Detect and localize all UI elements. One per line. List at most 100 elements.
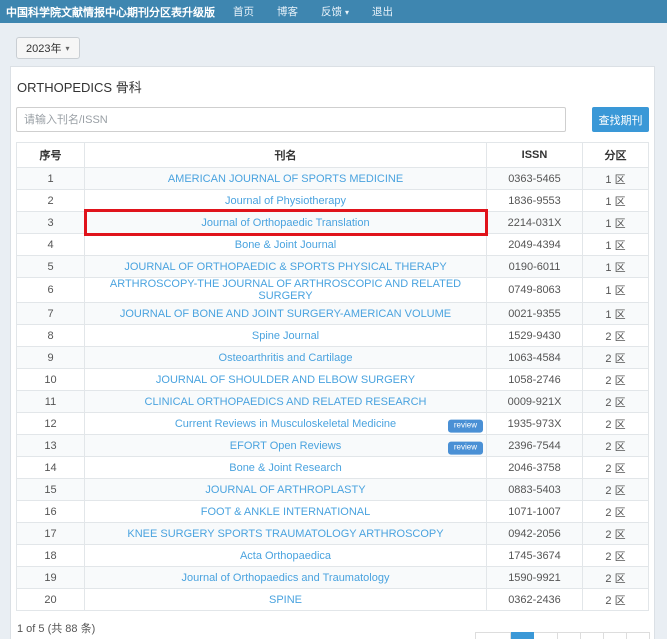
table-row: 7 JOURNAL OF BONE AND JOINT SURGERY-AMER… <box>17 303 649 325</box>
table-row: 18 Acta Orthopaedica 1745-3674 2 区 <box>17 545 649 567</box>
journal-name-link[interactable]: JOURNAL OF SHOULDER AND ELBOW SURGERY <box>156 374 415 386</box>
table-row: 17 KNEE SURGERY SPORTS TRAUMATOLOGY ARTH… <box>17 523 649 545</box>
page-button[interactable]: 1 <box>511 632 534 639</box>
nav-item-feedback[interactable]: 反馈▾ <box>321 4 349 19</box>
journal-name-link[interactable]: EFORT Open Reviews <box>230 440 341 452</box>
row-number-cell: 13 <box>17 435 85 457</box>
brand-title[interactable]: 中国科学院文献情报中心期刊分区表升级版 <box>6 4 215 20</box>
row-number-cell: 8 <box>17 325 85 347</box>
journal-name-link[interactable]: JOURNAL OF BONE AND JOINT SURGERY-AMERIC… <box>120 308 451 320</box>
zone-cell: 2 区 <box>583 567 649 589</box>
page-button[interactable]: « <box>475 632 511 639</box>
issn-cell: 1063-4584 <box>487 347 583 369</box>
row-number-cell: 15 <box>17 479 85 501</box>
journal-name-link[interactable]: Journal of Orthopaedic Translation <box>201 217 369 229</box>
journal-name-link[interactable]: Acta Orthopaedica <box>240 550 331 562</box>
zone-cell: 2 区 <box>583 413 649 435</box>
page-button[interactable]: 4 <box>581 632 604 639</box>
row-number-cell: 6 <box>17 278 85 303</box>
journal-name-link[interactable]: Current Reviews in Musculoskeletal Medic… <box>175 418 396 430</box>
journal-name-link[interactable]: FOOT & ANKLE INTERNATIONAL <box>201 506 371 518</box>
issn-cell: 1935-973X <box>487 413 583 435</box>
journal-name-link[interactable]: ARTHROSCOPY-THE JOURNAL OF ARTHROSCOPIC … <box>110 278 461 302</box>
issn-cell: 1058-2746 <box>487 369 583 391</box>
issn-cell: 1529-9430 <box>487 325 583 347</box>
table-row: 11 CLINICAL ORTHOPAEDICS AND RELATED RES… <box>17 391 649 413</box>
issn-cell: 1590-9921 <box>487 567 583 589</box>
journal-name-cell: AMERICAN JOURNAL OF SPORTS MEDICINE <box>85 168 487 190</box>
zone-cell: 2 区 <box>583 347 649 369</box>
issn-cell: 0362-2436 <box>487 589 583 611</box>
issn-cell: 2214-031X <box>487 212 583 234</box>
issn-cell: 1071-1007 <box>487 501 583 523</box>
issn-cell: 0363-5465 <box>487 168 583 190</box>
journal-name-link[interactable]: SPINE <box>269 594 302 606</box>
row-number-cell: 19 <box>17 567 85 589</box>
journal-name-cell: Current Reviews in Musculoskeletal Medic… <box>85 413 487 435</box>
journal-name-link[interactable]: JOURNAL OF ARTHROPLASTY <box>205 484 365 496</box>
journal-name-link[interactable]: AMERICAN JOURNAL OF SPORTS MEDICINE <box>168 173 403 185</box>
nav-item-label: 反馈 <box>321 6 342 18</box>
table-row: 4 Bone & Joint Journal 2049-4394 1 区 <box>17 234 649 256</box>
zone-cell: 2 区 <box>583 523 649 545</box>
table-row: 15 JOURNAL OF ARTHROPLASTY 0883-5403 2 区 <box>17 479 649 501</box>
zone-cell: 2 区 <box>583 589 649 611</box>
table-row: 13 EFORT Open Reviews review 2396-7544 2… <box>17 435 649 457</box>
row-number-cell: 7 <box>17 303 85 325</box>
journal-name-link[interactable]: Journal of Physiotherapy <box>225 195 346 207</box>
zone-cell: 2 区 <box>583 457 649 479</box>
row-number-cell: 12 <box>17 413 85 435</box>
zone-cell: 1 区 <box>583 278 649 303</box>
journal-name-cell: EFORT Open Reviews review <box>85 435 487 457</box>
table-row: 3 Journal of Orthopaedic Translation 221… <box>17 212 649 234</box>
issn-cell: 0749-8063 <box>487 278 583 303</box>
journal-name-link[interactable]: Bone & Joint Journal <box>235 239 337 251</box>
page-button[interactable]: 5 <box>604 632 627 639</box>
app-navbar: 中国科学院文献情报中心期刊分区表升级版 首页 博客 反馈▾ 退出 <box>0 0 667 23</box>
review-badge: review <box>448 441 483 454</box>
issn-cell: 1836-9553 <box>487 190 583 212</box>
zone-cell: 1 区 <box>583 303 649 325</box>
journal-name-link[interactable]: Spine Journal <box>252 330 319 342</box>
search-journal-button[interactable]: 查找期刊 <box>592 107 649 132</box>
issn-cell: 0190-6011 <box>487 256 583 278</box>
journal-name-cell: Osteoarthritis and Cartilage <box>85 347 487 369</box>
zone-cell: 1 区 <box>583 234 649 256</box>
zone-cell: 2 区 <box>583 501 649 523</box>
journal-name-link[interactable]: KNEE SURGERY SPORTS TRAUMATOLOGY ARTHROS… <box>127 528 443 540</box>
table-row: 2 Journal of Physiotherapy 1836-9553 1 区 <box>17 190 649 212</box>
issn-cell: 0021-9355 <box>487 303 583 325</box>
zone-cell: 1 区 <box>583 212 649 234</box>
table-row: 12 Current Reviews in Musculoskeletal Me… <box>17 413 649 435</box>
journal-name-cell: Bone & Joint Journal <box>85 234 487 256</box>
row-number-cell: 18 <box>17 545 85 567</box>
year-dropdown-button[interactable]: 2023年 ▾ <box>16 37 80 59</box>
nav-item-logout[interactable]: 退出 <box>372 4 393 19</box>
row-number-cell: 2 <box>17 190 85 212</box>
zone-cell: 2 区 <box>583 369 649 391</box>
nav-item-label: 首页 <box>233 6 254 18</box>
zone-cell: 1 区 <box>583 190 649 212</box>
pagination: « 1 2 3 4 5 » <box>475 632 650 639</box>
journal-name-link[interactable]: Journal of Orthopaedics and Traumatology <box>182 572 390 584</box>
row-number-cell: 14 <box>17 457 85 479</box>
journal-name-link[interactable]: Bone & Joint Research <box>229 462 342 474</box>
row-number-cell: 5 <box>17 256 85 278</box>
nav-item-blog[interactable]: 博客 <box>277 4 298 19</box>
journal-name-link[interactable]: CLINICAL ORTHOPAEDICS AND RELATED RESEAR… <box>145 396 427 408</box>
row-number-cell: 4 <box>17 234 85 256</box>
page-button[interactable]: 3 <box>558 632 581 639</box>
nav-item-home[interactable]: 首页 <box>233 4 254 19</box>
page-button[interactable]: 2 <box>534 632 557 639</box>
journal-name-link[interactable]: Osteoarthritis and Cartilage <box>219 352 353 364</box>
journal-name-cell: ARTHROSCOPY-THE JOURNAL OF ARTHROSCOPIC … <box>85 278 487 303</box>
journal-name-cell: JOURNAL OF ORTHOPAEDIC & SPORTS PHYSICAL… <box>85 256 487 278</box>
nav-item-label: 博客 <box>277 6 298 18</box>
issn-cell: 2046-3758 <box>487 457 583 479</box>
search-input[interactable] <box>16 107 566 132</box>
journal-name-link[interactable]: JOURNAL OF ORTHOPAEDIC & SPORTS PHYSICAL… <box>124 261 446 273</box>
journal-name-cell: CLINICAL ORTHOPAEDICS AND RELATED RESEAR… <box>85 391 487 413</box>
page-button[interactable]: » <box>627 632 650 639</box>
chevron-down-icon: ▾ <box>65 44 69 53</box>
row-number-cell: 16 <box>17 501 85 523</box>
